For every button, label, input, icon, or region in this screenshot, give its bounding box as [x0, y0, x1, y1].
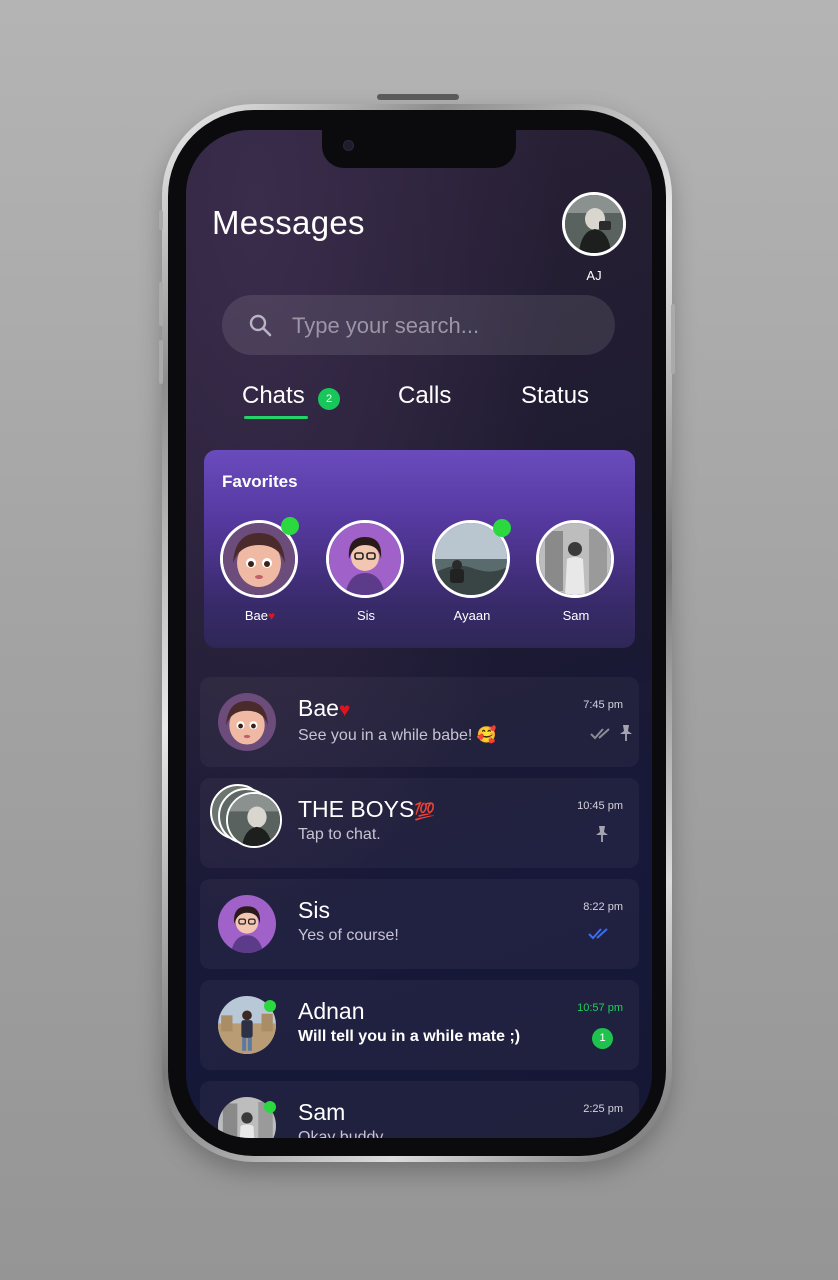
favorites-title: Favorites	[222, 472, 298, 491]
avatar	[536, 520, 614, 598]
heart-icon: ♥	[338, 700, 351, 721]
avatar	[226, 792, 282, 848]
favorite-item-bae[interactable]: Bae♥	[220, 520, 300, 623]
heart-icon: ♥	[268, 609, 276, 623]
chat-last-message: Yes of course!	[298, 927, 399, 944]
chat-name: Adnan	[298, 998, 365, 1024]
chat-last-message: Okay buddy	[298, 1129, 384, 1138]
app-screen: Messages AJ Chats 2 Calls Status	[186, 130, 652, 1138]
bae-avatar-image	[218, 693, 276, 751]
hundred-icon: 💯	[414, 802, 436, 821]
sis-avatar-image	[218, 895, 276, 953]
active-tab-indicator	[244, 416, 308, 419]
tab-calls[interactable]: Calls	[398, 382, 451, 410]
chat-name: Bae	[298, 695, 339, 721]
online-indicator	[264, 1000, 276, 1012]
chat-time: 7:45 pm	[583, 699, 623, 711]
chat-time: 10:45 pm	[577, 800, 623, 812]
group-member-image	[228, 794, 280, 846]
chat-name: Sis	[298, 897, 330, 923]
speaker-grille	[377, 94, 459, 100]
favorite-item-sam[interactable]: Sam	[536, 520, 616, 623]
search-input[interactable]	[290, 295, 594, 357]
page-title: Messages	[212, 204, 365, 241]
bae-avatar-image	[223, 523, 295, 595]
online-indicator	[264, 1101, 276, 1113]
tab-chats[interactable]: Chats	[242, 382, 305, 410]
volume-down-button	[159, 340, 163, 384]
chat-time: 2:25 pm	[583, 1103, 623, 1115]
chat-row-sis[interactable]: Sis Yes of course! 8:22 pm	[200, 879, 639, 969]
avatar	[218, 895, 276, 953]
sam-avatar-image	[539, 523, 611, 595]
favorite-name: Sis	[356, 608, 376, 623]
search-icon	[249, 314, 272, 337]
favorite-item-sis[interactable]: Sis	[326, 520, 406, 623]
chat-last-message: See you in a while babe! 🥰	[298, 727, 497, 744]
profile-avatar[interactable]	[562, 192, 626, 256]
search-bar[interactable]	[222, 295, 615, 357]
chat-name: Sam	[298, 1099, 346, 1125]
tab-status[interactable]: Status	[521, 382, 589, 410]
favorite-name: Ayaan	[453, 608, 491, 623]
online-indicator	[281, 517, 299, 535]
volume-up-button	[159, 282, 163, 326]
avatar	[326, 520, 404, 598]
profile-initials: AJ	[586, 268, 602, 283]
chat-row-the-boys[interactable]: THE BOYS💯 Tap to chat. 10:45 pm	[200, 778, 639, 868]
online-indicator	[493, 519, 511, 537]
avatar	[218, 693, 276, 751]
chat-name: THE BOYS	[298, 796, 415, 822]
chat-row-sam[interactable]: Sam Okay buddy 2:25 pm	[200, 1081, 639, 1138]
double-check-icon	[588, 928, 608, 940]
chats-count-badge: 2	[318, 388, 340, 410]
chat-last-message: Will tell you in a while mate ;)	[298, 1028, 521, 1045]
action-button	[159, 210, 163, 230]
profile-photo	[565, 195, 623, 253]
chat-row-adnan[interactable]: Adnan Will tell you in a while mate ;) 1…	[200, 980, 639, 1070]
power-button	[671, 304, 675, 374]
group-avatar	[210, 784, 282, 850]
pin-icon[interactable]	[594, 825, 610, 843]
double-check-icon	[590, 728, 610, 740]
favorite-name: Bae	[244, 608, 268, 623]
chat-row-bae[interactable]: Bae♥ See you in a while babe! 🥰 7:45 pm	[200, 677, 639, 767]
front-camera	[343, 140, 354, 151]
phone-frame: Messages AJ Chats 2 Calls Status	[159, 94, 675, 1162]
unread-count-badge: 1	[592, 1028, 613, 1049]
favorite-name: Sam	[562, 608, 590, 623]
favorites-card: Favorites Bae♥ Sis Ayaan Sam	[204, 450, 635, 648]
pin-icon[interactable]	[618, 724, 634, 742]
sis-avatar-image	[329, 523, 401, 595]
chat-last-message: Tap to chat.	[298, 826, 381, 843]
chat-time: 10:57 pm	[577, 1002, 623, 1014]
chat-time: 8:22 pm	[583, 901, 623, 913]
